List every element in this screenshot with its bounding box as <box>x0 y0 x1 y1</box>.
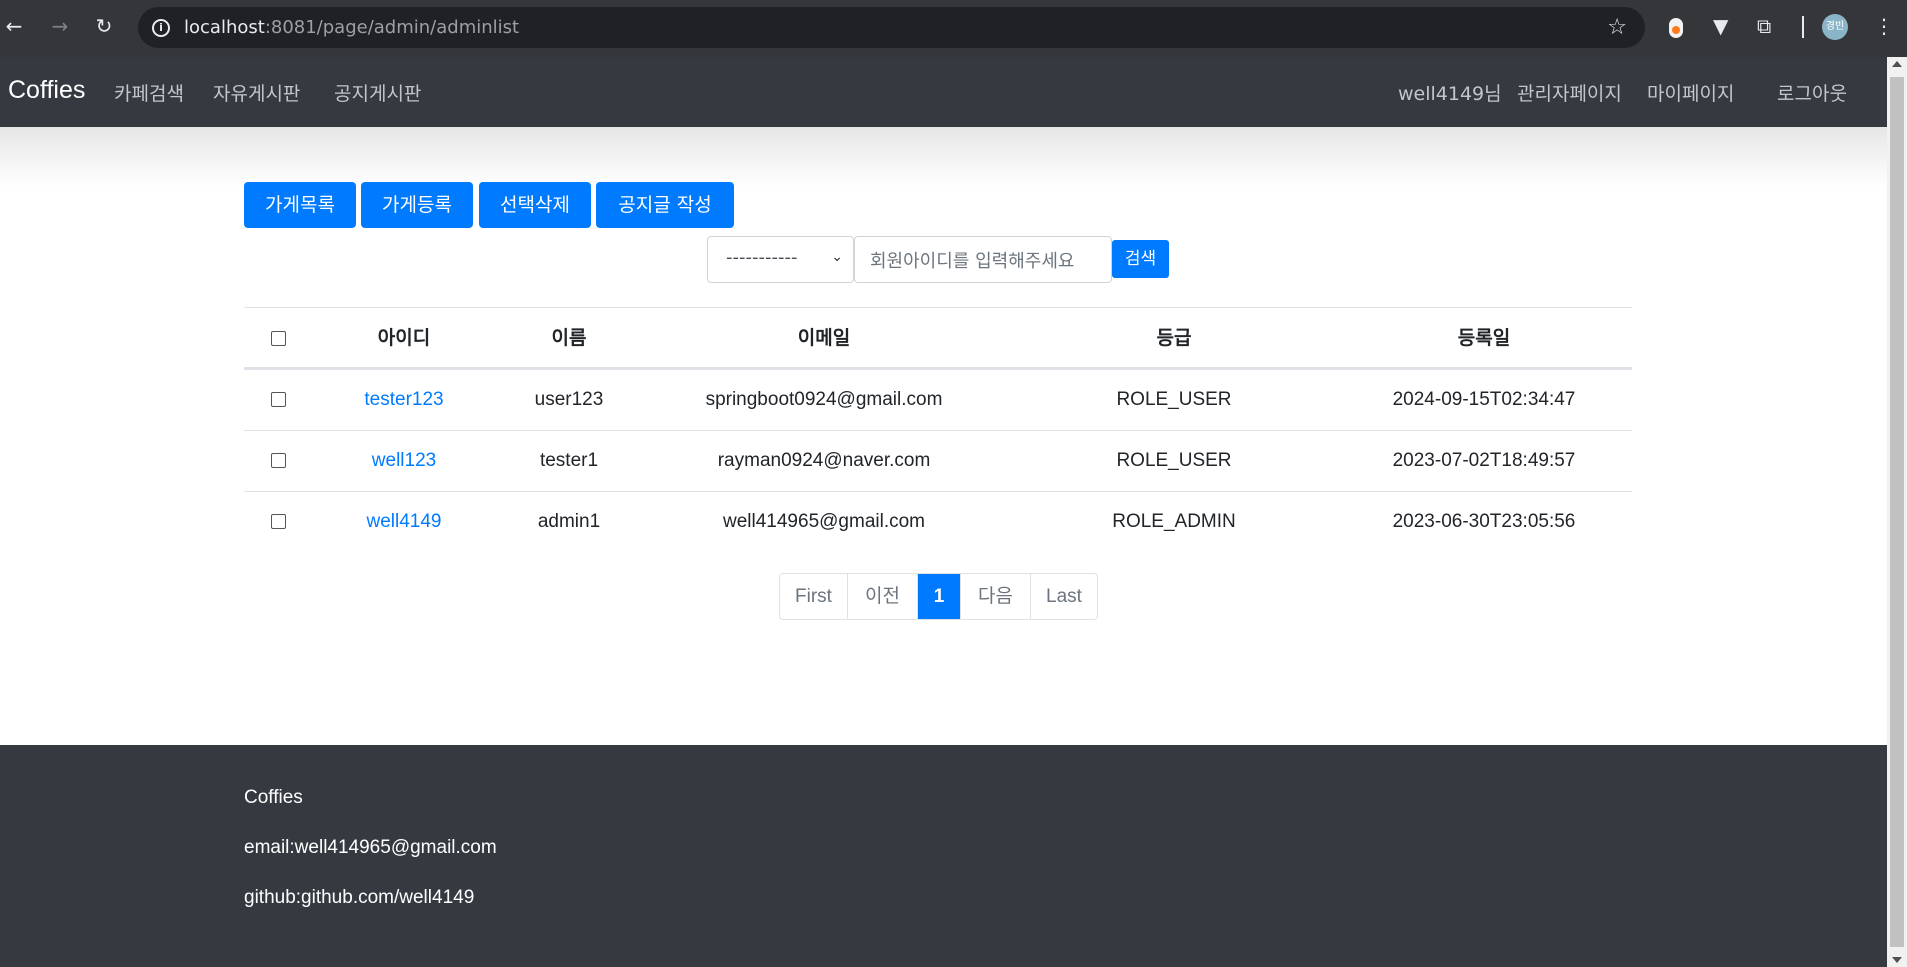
row-checkbox[interactable] <box>271 453 286 468</box>
member-role: ROLE_ADMIN <box>1112 511 1236 532</box>
search-button[interactable]: 검색 <box>1112 240 1169 278</box>
page-first[interactable]: First <box>780 574 848 619</box>
member-email: well414965@gmail.com <box>723 511 925 532</box>
member-id-link[interactable]: well4149 <box>324 492 484 552</box>
page-scrollbar[interactable] <box>1887 57 1907 967</box>
site-footer: Coffies email:well414965@gmail.com githu… <box>0 745 1887 967</box>
site-navbar: Coffies 카페검색 자유게시판 공지게시판 well4149님 관리자페이… <box>0 57 1887 127</box>
footer-github: github:github.com/well4149 <box>244 887 475 908</box>
member-email: springboot0924@gmail.com <box>705 389 943 410</box>
toolbar-divider <box>1802 16 1804 38</box>
member-email: rayman0924@naver.com <box>717 450 931 471</box>
member-table: 아이디 이름 이메일 등급 등록일 tester123 user123 spri… <box>244 307 1632 552</box>
site-info-icon[interactable]: i <box>152 19 170 37</box>
header-id: 아이디 <box>377 327 431 349</box>
header-role: 등급 <box>1156 327 1192 349</box>
browser-toolbar: ← → ↻ i localhost:8081/page/admin/adminl… <box>0 0 1907 57</box>
header-name: 이름 <box>551 327 587 349</box>
scroll-up-icon[interactable] <box>1892 61 1902 67</box>
member-id-search-input[interactable]: 회원아이디를 입력해주세요 <box>854 236 1112 283</box>
nav-free-board[interactable]: 자유게시판 <box>213 79 300 106</box>
nav-user-name[interactable]: well4149님 <box>1398 79 1502 106</box>
member-id-link[interactable]: well123 <box>324 431 484 491</box>
table-row: well4149 admin1 well414965@gmail.com ROL… <box>244 491 1632 552</box>
page-1[interactable]: 1 <box>918 574 961 619</box>
nav-logout[interactable]: 로그아웃 <box>1777 79 1847 106</box>
member-name: tester1 <box>539 450 599 471</box>
brand-logo[interactable]: Coffies <box>8 76 85 105</box>
footer-title: Coffies <box>244 787 303 808</box>
nav-admin-page[interactable]: 관리자페이지 <box>1517 79 1622 106</box>
nav-notice-board[interactable]: 공지게시판 <box>334 79 421 106</box>
chevron-down-icon: ⌄ <box>831 249 843 265</box>
header-date: 등록일 <box>1457 327 1511 349</box>
footer-email: email:well414965@gmail.com <box>244 837 497 858</box>
write-notice-button[interactable]: 공지글 작성 <box>596 182 734 228</box>
menu-kebab-icon[interactable]: ⋮ <box>1874 14 1894 38</box>
member-date: 2023-07-02T18:49:57 <box>1392 450 1576 471</box>
store-register-button[interactable]: 가게등록 <box>361 182 473 228</box>
member-date: 2024-09-15T02:34:47 <box>1392 389 1576 410</box>
search-type-select[interactable]: ----------- ⌄ <box>707 236 854 283</box>
vpn-extension-icon[interactable]: ▼ <box>1713 14 1728 38</box>
search-type-value: ----------- <box>726 247 798 268</box>
extension-icon[interactable] <box>1669 18 1683 38</box>
row-checkbox[interactable] <box>271 514 286 529</box>
pagination: First 이전 1 다음 Last <box>779 573 1098 620</box>
table-row: well123 tester1 rayman0924@naver.com ROL… <box>244 430 1632 491</box>
page-next[interactable]: 다음 <box>961 574 1031 619</box>
nav-my-page[interactable]: 마이페이지 <box>1647 79 1734 106</box>
profile-avatar[interactable]: 경빈 <box>1822 14 1848 40</box>
header-email: 이메일 <box>797 327 851 349</box>
nav-cafe-search[interactable]: 카페검색 <box>114 79 184 106</box>
extensions-puzzle-icon[interactable]: ⧉ <box>1757 14 1771 38</box>
back-icon[interactable]: ← <box>2 14 26 38</box>
member-id-link[interactable]: tester123 <box>324 370 484 430</box>
scroll-down-icon[interactable] <box>1892 957 1902 963</box>
store-list-button[interactable]: 가게목록 <box>244 182 356 228</box>
address-bar[interactable]: i localhost:8081/page/admin/adminlist ☆ <box>138 7 1645 48</box>
member-date: 2023-06-30T23:05:56 <box>1392 511 1576 532</box>
table-row: tester123 user123 springboot0924@gmail.c… <box>244 369 1632 430</box>
delete-selected-button[interactable]: 선택삭제 <box>479 182 591 228</box>
select-all-checkbox[interactable] <box>271 331 286 346</box>
bookmark-star-icon[interactable]: ☆ <box>1607 15 1627 40</box>
page-last[interactable]: Last <box>1031 574 1097 619</box>
reload-icon[interactable]: ↻ <box>92 14 116 38</box>
url-text[interactable]: localhost:8081/page/admin/adminlist <box>184 17 519 38</box>
member-role: ROLE_USER <box>1116 389 1232 410</box>
table-header-row: 아이디 이름 이메일 등급 등록일 <box>244 307 1632 369</box>
page-prev[interactable]: 이전 <box>848 574 918 619</box>
row-checkbox[interactable] <box>271 392 286 407</box>
member-name: admin1 <box>537 511 601 532</box>
navbar-shadow <box>0 127 1887 187</box>
member-role: ROLE_USER <box>1116 450 1232 471</box>
forward-icon[interactable]: → <box>48 14 72 38</box>
member-name: user123 <box>534 389 604 410</box>
scrollbar-thumb[interactable] <box>1890 77 1904 947</box>
